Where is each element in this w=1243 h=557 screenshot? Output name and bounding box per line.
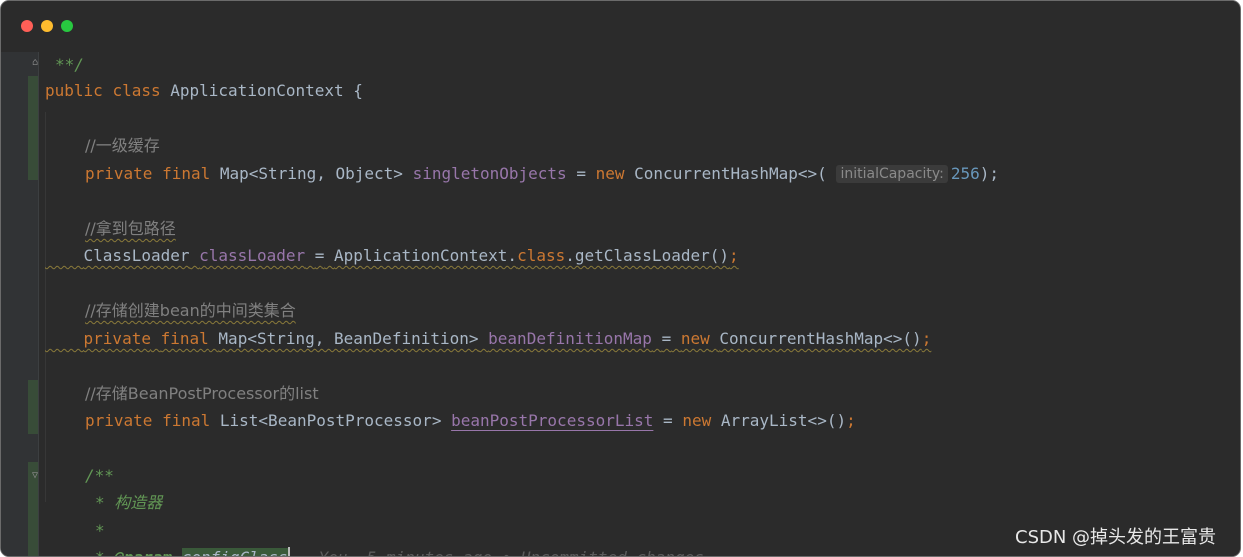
code-line[interactable]: public class ApplicationContext { <box>45 79 363 103</box>
method-call: .getClassLoader() <box>565 246 729 265</box>
code-line[interactable]: * <box>95 519 105 543</box>
keyword: new <box>682 411 712 430</box>
code-line[interactable]: * @param configClass You, 5 minutes ago … <box>95 546 704 556</box>
code-editor[interactable]: ⌂ ▽ **/ public class ApplicationContext … <box>1 52 1240 556</box>
doc-tag: @param <box>114 548 172 556</box>
keyword: class <box>517 246 566 265</box>
code-line[interactable]: ClassLoader classLoader = ApplicationCon… <box>45 244 739 268</box>
code-line[interactable]: //拿到包路径 <box>85 217 176 241</box>
vcs-change-marker[interactable] <box>28 76 38 180</box>
field: beanDefinitionMap <box>488 329 652 348</box>
indent-guide <box>45 112 46 502</box>
keyword: public <box>45 81 103 100</box>
keyword: new <box>595 164 625 183</box>
operator: = <box>661 329 672 348</box>
type: ClassLoader <box>83 246 190 265</box>
field: beanPostProcessorList <box>451 411 654 430</box>
class-name: ApplicationContext <box>170 81 344 100</box>
fold-icon[interactable]: ▽ <box>32 470 41 481</box>
fold-icon[interactable]: ⌂ <box>32 57 41 68</box>
type: Map<String, BeanDefinition> <box>218 329 479 348</box>
doc-comment: * <box>95 548 114 556</box>
semicolon: ; <box>846 411 856 430</box>
watermark: CSDN @掉头发的王富贵 <box>1015 527 1217 548</box>
type: Map<String, Object> <box>219 164 403 183</box>
vcs-change-marker[interactable] <box>28 380 38 434</box>
code-line[interactable]: //存储BeanPostProcessor的list <box>85 382 319 406</box>
comment: //一级缓存 <box>85 136 160 155</box>
doc-comment: **/ <box>55 55 84 74</box>
keyword: final <box>162 411 211 430</box>
comment: //存储BeanPostProcessor的list <box>85 384 319 403</box>
keyword: private <box>83 329 151 348</box>
target: ApplicationContext. <box>334 246 518 265</box>
semicolon: ; <box>729 246 739 265</box>
brace: { <box>353 81 363 100</box>
operator: = <box>576 164 586 183</box>
comment: //拿到包路径 <box>85 219 176 238</box>
code-line[interactable]: //存储创建bean的中间类集合 <box>85 299 296 323</box>
code-line[interactable]: /** <box>85 464 114 488</box>
field: classLoader <box>199 246 306 265</box>
constructor: ConcurrentHashMap<>() <box>719 329 922 348</box>
zoom-button[interactable] <box>61 20 73 32</box>
keyword: private <box>85 164 153 183</box>
keyword: new <box>680 329 710 348</box>
comment: //存储创建bean的中间类集合 <box>85 301 296 320</box>
semicolon: ; <box>921 329 932 348</box>
code-line[interactable]: private final Map<String, BeanDefinition… <box>45 327 932 351</box>
param-name: configClass <box>181 548 288 556</box>
text-cursor <box>287 547 290 556</box>
minimize-button[interactable] <box>41 20 53 32</box>
close-button[interactable] <box>21 20 33 32</box>
constructor: ConcurrentHashMap<>( <box>634 164 827 183</box>
field: singletonObjects <box>412 164 567 183</box>
keyword: class <box>112 81 161 100</box>
doc-comment: * 构造器 <box>95 493 163 512</box>
constructor: ArrayList<>() <box>720 411 847 430</box>
keyword: private <box>85 411 153 430</box>
type: List<BeanPostProcessor> <box>219 411 442 430</box>
ide-window: ⌂ ▽ **/ public class ApplicationContext … <box>0 0 1241 557</box>
code-line[interactable]: * 构造器 <box>95 491 162 515</box>
operator: = <box>663 411 673 430</box>
keyword: final <box>162 164 211 183</box>
code-line[interactable]: private final List<BeanPostProcessor> be… <box>85 409 856 433</box>
number-literal: 256 <box>950 164 980 183</box>
operator: = <box>314 246 325 265</box>
title-bar <box>1 1 1240 52</box>
git-blame-annotation: You, 5 minutes ago • Uncommitted changes <box>319 548 704 556</box>
keyword: final <box>160 329 209 348</box>
doc-comment: /** <box>85 466 114 485</box>
doc-comment: * <box>95 521 105 540</box>
code-line[interactable]: **/ <box>55 53 84 77</box>
parameter-hint: initialCapacity: <box>836 165 948 183</box>
code-line[interactable]: //一级缓存 <box>85 134 160 158</box>
punctuation: ); <box>979 164 1000 183</box>
code-line[interactable]: private final Map<String, Object> single… <box>85 162 999 186</box>
